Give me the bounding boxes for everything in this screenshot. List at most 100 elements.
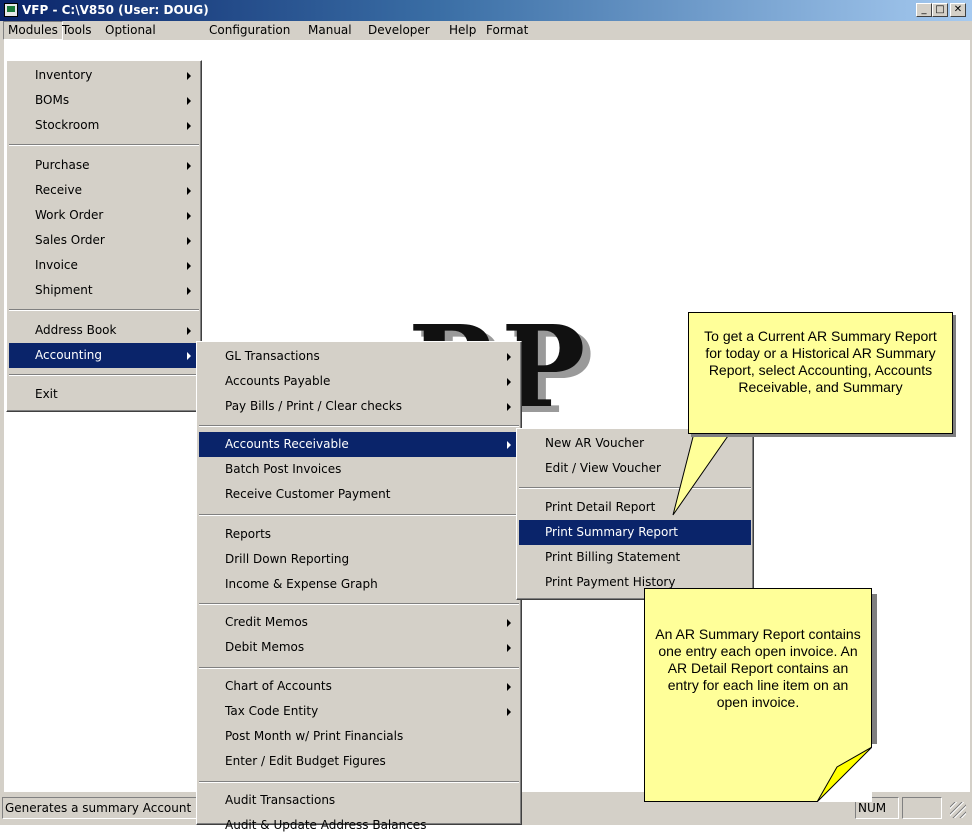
- accounting-menu: GL Transactions Accounts Payable Pay Bil…: [196, 341, 522, 832]
- menu-item-print-summary-report[interactable]: Print Summary Report: [519, 520, 751, 545]
- menu-item-sales-order[interactable]: Sales Order: [9, 228, 199, 253]
- menu-separator: [199, 781, 519, 783]
- menu-modules[interactable]: Modules: [3, 21, 63, 40]
- menu-separator: [199, 667, 519, 669]
- modules-menu: Inventory BOMs Stockroom Purchase Receiv…: [6, 60, 202, 412]
- callout-shadow: [872, 594, 877, 744]
- menu-item-stockroom[interactable]: Stockroom: [9, 113, 199, 138]
- menu-item-post-month[interactable]: Post Month w/ Print Financials: [199, 724, 519, 749]
- menu-item-label: Enter / Edit Budget Figures: [225, 754, 386, 768]
- menu-item-label: Print Billing Statement: [545, 550, 681, 564]
- menu-item-label: Audit & Update Address Balances: [225, 818, 427, 832]
- menu-item-label: Post Month w/ Print Financials: [225, 729, 404, 743]
- maximize-button[interactable]: □: [932, 3, 948, 17]
- close-button[interactable]: ✕: [950, 3, 966, 17]
- menu-item-label: Batch Post Invoices: [225, 462, 342, 476]
- menu-item-purchase[interactable]: Purchase: [9, 153, 199, 178]
- menu-item-income-expense-graph[interactable]: Income & Expense Graph: [199, 572, 519, 597]
- submenu-arrow-icon: [507, 353, 511, 361]
- menu-item-label: Tax Code Entity: [225, 704, 319, 718]
- menu-item-label: New AR Voucher: [545, 436, 645, 450]
- minimize-button[interactable]: _: [916, 3, 932, 17]
- status-message: Generates a summary Account: [2, 797, 198, 819]
- menu-item-print-billing-statement[interactable]: Print Billing Statement: [519, 545, 751, 570]
- menu-item-label: BOMs: [35, 93, 70, 107]
- submenu-arrow-icon: [187, 122, 191, 130]
- submenu-arrow-icon: [187, 287, 191, 295]
- menu-separator: [199, 425, 519, 427]
- menu-item-label: Shipment: [35, 283, 93, 297]
- menu-item-label: Print Payment History: [545, 575, 676, 589]
- submenu-arrow-icon: [187, 237, 191, 245]
- menu-manual[interactable]: Manual: [304, 21, 356, 40]
- menu-item-reports[interactable]: Reports: [199, 522, 519, 547]
- menu-item-label: Income & Expense Graph: [225, 577, 378, 591]
- menu-item-gl-transactions[interactable]: GL Transactions: [199, 344, 519, 369]
- menu-item-accounts-payable[interactable]: Accounts Payable: [199, 369, 519, 394]
- menu-item-tax-code-entity[interactable]: Tax Code Entity: [199, 699, 519, 724]
- submenu-arrow-icon: [187, 97, 191, 105]
- menu-help[interactable]: Help: [445, 21, 480, 40]
- status-panel-empty: [902, 797, 942, 819]
- resize-grip-icon[interactable]: [950, 802, 966, 818]
- menu-item-receive[interactable]: Receive: [9, 178, 199, 203]
- menu-item-label: Receive Customer Payment: [225, 487, 391, 501]
- window-title: VFP - C:\V850 (User: DOUG): [22, 3, 209, 17]
- menu-item-exit[interactable]: Exit: [9, 382, 199, 407]
- menu-separator: [9, 309, 199, 311]
- callout-top: To get a Current AR Summary Report for t…: [688, 312, 953, 434]
- submenu-arrow-icon: [187, 352, 191, 360]
- menu-item-label: Inventory: [35, 68, 93, 82]
- menu-separator: [199, 514, 519, 516]
- menu-item-audit-transactions[interactable]: Audit Transactions: [199, 788, 519, 813]
- menu-item-shipment[interactable]: Shipment: [9, 278, 199, 303]
- submenu-arrow-icon: [187, 262, 191, 270]
- menu-item-label: Receive: [35, 183, 82, 197]
- menu-item-budget-figures[interactable]: Enter / Edit Budget Figures: [199, 749, 519, 774]
- submenu-arrow-icon: [507, 441, 511, 449]
- menu-item-label: Drill Down Reporting: [225, 552, 350, 566]
- page-curl-icon: [817, 747, 872, 802]
- menu-item-label: Pay Bills / Print / Clear checks: [225, 399, 402, 413]
- menu-item-label: GL Transactions: [225, 349, 320, 363]
- menu-separator: [199, 603, 519, 605]
- menu-item-label: Stockroom: [35, 118, 100, 132]
- menu-item-receive-customer-payment[interactable]: Receive Customer Payment: [199, 482, 519, 507]
- menu-item-work-order[interactable]: Work Order: [9, 203, 199, 228]
- menu-item-invoice[interactable]: Invoice: [9, 253, 199, 278]
- menu-item-label: Invoice: [35, 258, 78, 272]
- submenu-arrow-icon: [507, 708, 511, 716]
- menu-item-label: Purchase: [35, 158, 90, 172]
- menu-format[interactable]: Format: [482, 21, 532, 40]
- menu-configuration[interactable]: Configuration: [205, 21, 294, 40]
- menu-optional[interactable]: Optional: [101, 21, 160, 40]
- menu-item-pay-bills[interactable]: Pay Bills / Print / Clear checks: [199, 394, 519, 419]
- app-icon[interactable]: [4, 3, 18, 17]
- menu-item-accounts-receivable[interactable]: Accounts Receivable: [199, 432, 519, 457]
- menu-item-label: Accounts Payable: [225, 374, 331, 388]
- menu-developer[interactable]: Developer: [364, 21, 434, 40]
- menu-item-audit-address-balances[interactable]: Audit & Update Address Balances: [199, 813, 519, 838]
- submenu-arrow-icon: [187, 162, 191, 170]
- menu-item-label: Sales Order: [35, 233, 105, 247]
- menu-item-inventory[interactable]: Inventory: [9, 63, 199, 88]
- menu-item-batch-post-invoices[interactable]: Batch Post Invoices: [199, 457, 519, 482]
- menu-item-chart-of-accounts[interactable]: Chart of Accounts: [199, 674, 519, 699]
- menu-item-label: Print Detail Report: [545, 500, 656, 514]
- menu-item-boms[interactable]: BOMs: [9, 88, 199, 113]
- submenu-arrow-icon: [187, 187, 191, 195]
- submenu-arrow-icon: [187, 327, 191, 335]
- menu-item-address-book[interactable]: Address Book: [9, 318, 199, 343]
- menu-item-label: Exit: [35, 387, 58, 401]
- menu-item-label: Debit Memos: [225, 640, 305, 654]
- menu-item-label: Accounts Receivable: [225, 437, 349, 451]
- menu-item-credit-memos[interactable]: Credit Memos: [199, 610, 519, 635]
- menu-item-drill-down-reporting[interactable]: Drill Down Reporting: [199, 547, 519, 572]
- menu-tools[interactable]: Tools: [58, 21, 96, 40]
- menu-item-accounting[interactable]: Accounting: [9, 343, 199, 368]
- submenu-arrow-icon: [507, 619, 511, 627]
- menu-item-debit-memos[interactable]: Debit Memos: [199, 635, 519, 660]
- menu-item-label: Credit Memos: [225, 615, 308, 629]
- menu-item-label: Audit Transactions: [225, 793, 336, 807]
- title-bar: VFP - C:\V850 (User: DOUG) _ □ ✕: [0, 0, 972, 21]
